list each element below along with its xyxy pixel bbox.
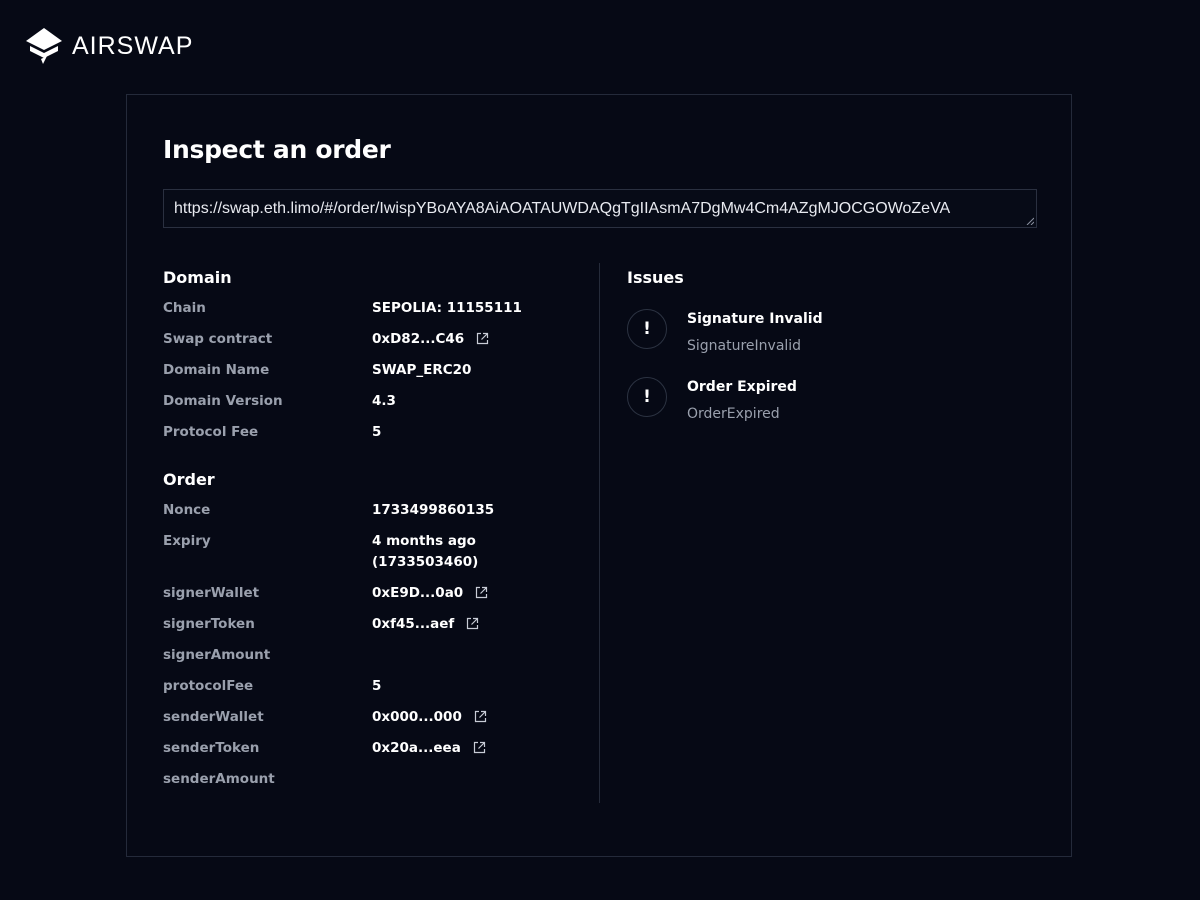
chain-value: SEPOLIA: 11155111 [372, 300, 522, 316]
order-row-signer-amount: signerAmount [163, 640, 563, 671]
row-key: signerToken [163, 616, 255, 632]
issues-column: Issues ! Signature Invalid SignatureInva… [627, 263, 1047, 445]
row-value: 0xE9D...0a0 [372, 578, 488, 604]
issue-item: ! Signature Invalid SignatureInvalid [627, 309, 1047, 377]
domain-name-value: SWAP_ERC20 [372, 362, 472, 378]
expiry-timestamp: (1733503460) [372, 554, 479, 570]
row-value: 4.3 [372, 386, 396, 412]
domain-row-chain: Chain SEPOLIA: 11155111 [163, 293, 563, 324]
domain-heading: Domain [163, 268, 232, 287]
issue-code: OrderExpired [687, 406, 780, 422]
row-key: senderToken [163, 740, 260, 756]
exclamation-icon: ! [627, 309, 667, 349]
row-key: Expiry [163, 533, 211, 549]
order-row-signer-wallet: signerWallet 0xE9D...0a0 [163, 578, 563, 609]
row-key: senderWallet [163, 709, 264, 725]
expiry-relative: 4 months ago [372, 533, 476, 549]
order-row-protocol-fee: protocolFee 5 [163, 671, 563, 702]
external-link-icon[interactable] [474, 710, 487, 723]
order-heading: Order [163, 470, 215, 489]
sender-token-value: 0x20a...eea [372, 740, 461, 756]
exclamation-icon: ! [627, 377, 667, 417]
order-row-signer-token: signerToken 0xf45...aef [163, 609, 563, 640]
order-row-sender-wallet: senderWallet 0x000...000 [163, 702, 563, 733]
domain-row-domain-version: Domain Version 4.3 [163, 386, 563, 417]
issues-heading: Issues [627, 268, 684, 287]
order-protocol-fee-value: 5 [372, 678, 382, 694]
swap-contract-value: 0xD82...C46 [372, 331, 465, 347]
row-value: SEPOLIA: 11155111 [372, 293, 522, 319]
row-value: 5 [372, 417, 381, 443]
order-row-nonce: Nonce 1733499860135 [163, 495, 563, 526]
row-key: signerWallet [163, 585, 260, 601]
row-value: 0xD82...C46 [372, 324, 489, 350]
row-key: senderAmount [163, 771, 275, 787]
signer-wallet-value: 0xE9D...0a0 [372, 585, 464, 601]
domain-row-domain-name: Domain Name SWAP_ERC20 [163, 355, 563, 386]
external-link-icon[interactable] [473, 741, 486, 754]
row-value: 5 [372, 671, 381, 697]
brand-logo[interactable]: AIRSWAP [24, 26, 193, 66]
row-key: Domain Version [163, 393, 283, 409]
order-url-input[interactable]: https://swap.eth.limo/#/order/IwispYBoAY… [163, 189, 1037, 228]
row-value: 1733499860135 [372, 495, 494, 521]
brand-name: AIRSWAP [72, 31, 194, 60]
details-column: Domain Chain SEPOLIA: 11155111 Swap cont… [163, 263, 563, 795]
issue-item: ! Order Expired OrderExpired [627, 377, 1047, 445]
external-link-icon[interactable] [466, 617, 479, 630]
row-value: 0xf45...aef [372, 609, 479, 635]
row-key: Nonce [163, 502, 211, 518]
issue-title: Signature Invalid [687, 311, 823, 327]
domain-row-swap-contract: Swap contract 0xD82...C46 [163, 324, 563, 355]
resize-handle-icon[interactable] [1026, 217, 1034, 225]
row-value: 0x20a...eea [372, 733, 486, 759]
page-title: Inspect an order [163, 135, 391, 164]
row-value: 0x000...000 [372, 702, 487, 728]
airswap-logo-icon [26, 28, 62, 64]
external-link-icon[interactable] [475, 586, 488, 599]
signer-token-value: 0xf45...aef [372, 616, 455, 632]
column-divider [599, 263, 600, 803]
issue-title: Order Expired [687, 379, 797, 395]
row-key: protocolFee [163, 678, 254, 694]
sender-wallet-value: 0x000...000 [372, 709, 462, 725]
row-key: Swap contract [163, 331, 273, 347]
issue-code: SignatureInvalid [687, 338, 802, 354]
external-link-icon[interactable] [476, 332, 489, 345]
domain-row-protocol-fee: Protocol Fee 5 [163, 417, 563, 448]
row-value: SWAP_ERC20 [372, 355, 471, 381]
inspect-order-card: Inspect an order https://swap.eth.limo/#… [126, 94, 1072, 857]
nonce-value: 1733499860135 [372, 502, 495, 518]
row-key: signerAmount [163, 647, 271, 663]
order-row-sender-token: senderToken 0x20a...eea [163, 733, 563, 764]
row-key: Protocol Fee [163, 424, 259, 440]
row-key: Chain [163, 300, 206, 316]
protocol-fee-value: 5 [372, 424, 382, 440]
domain-version-value: 4.3 [372, 393, 396, 409]
order-url-value: https://swap.eth.limo/#/order/IwispYBoAY… [174, 200, 951, 217]
issues-list: ! Signature Invalid SignatureInvalid ! O… [627, 309, 1047, 445]
order-row-expiry: Expiry 4 months ago (1733503460) [163, 526, 563, 578]
order-row-sender-amount: senderAmount [163, 764, 563, 795]
row-value: 4 months ago (1733503460) [372, 526, 478, 573]
row-key: Domain Name [163, 362, 270, 378]
